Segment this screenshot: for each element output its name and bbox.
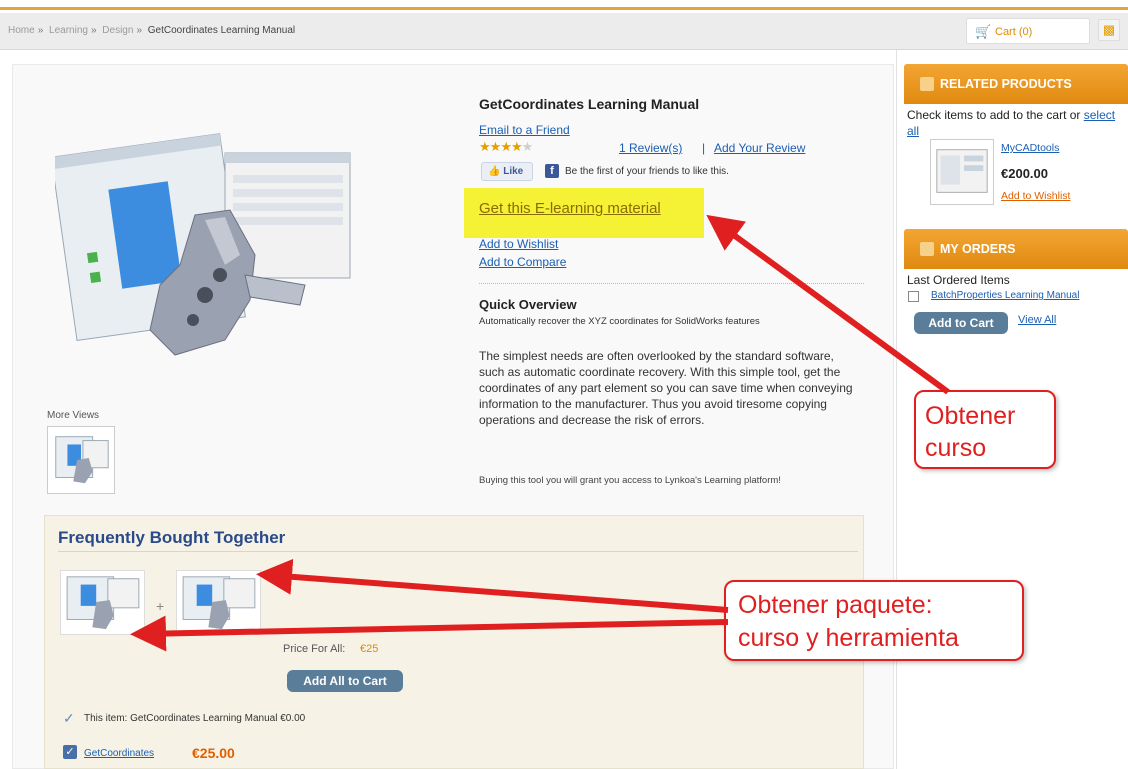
more-views-label: More Views [47,410,100,421]
product-title: GetCoordinates Learning Manual [479,96,700,112]
facebook-icon: f [545,164,559,178]
like-label: Like [503,166,524,177]
account-lock-icon[interactable]: ▩ [1098,19,1120,41]
last-ordered-checkbox[interactable] [908,291,919,302]
related-products-instructions: Check items to add to the cart or select… [907,107,1127,139]
checkmark-icon: ✓ [63,710,75,726]
facebook-like-text: Be the first of your friends to like thi… [565,166,729,177]
annotation-callout-course: Obtener curso [914,390,1056,469]
breadcrumb-design[interactable]: Design [102,25,133,36]
header-bar: Home» Learning» Design» GetCoordinates L… [0,13,1128,50]
quick-overview-subtitle: Automatically recover the XYZ coordinate… [479,316,760,327]
cart-icon: 🛒 [975,24,992,39]
email-friend-link[interactable]: Email to a Friend [479,123,570,137]
quick-overview-description: The simplest needs are often overlooked … [479,349,853,427]
related-product-wishlist-link[interactable]: Add to Wishlist [1001,190,1070,202]
add-all-to-cart-button[interactable]: Add All to Cart [287,670,403,692]
facebook-like-button[interactable]: 👍 Like [481,162,533,181]
fbt-product-thumbnail-2[interactable] [176,570,261,635]
fbt-item-checkbox[interactable]: ✓ [63,745,77,759]
annotation-callout-bundle: Obtener paquete: curso y herramienta [724,580,1024,661]
cart-label: Cart (0) [995,26,1033,38]
fbt-divider [58,551,858,552]
callout-course-line1: Obtener [925,402,1016,430]
top-accent-line [0,0,1128,10]
my-orders-header: MY ORDERS [904,229,1128,269]
review-separator: | [702,141,706,155]
star-icon: ★ [489,139,502,154]
breadcrumb-learning[interactable]: Learning [49,25,88,36]
last-ordered-label: Last Ordered Items [907,273,1010,287]
related-products-header: RELATED PRODUCTS [904,64,1128,104]
add-review-link[interactable]: Add Your Review [714,141,805,155]
product-image[interactable] [55,125,355,375]
my-orders-title: MY ORDERS [940,242,1016,256]
quick-overview-title: Quick Overview [479,297,577,312]
callout-course-line2: curso [925,434,987,462]
callout-bundle-line1: Obtener paquete: [738,591,933,619]
divider [479,283,864,284]
breadcrumb-current: GetCoordinates Learning Manual [147,25,296,36]
rating-stars: ★★★★★ [479,139,534,155]
thumbs-up-icon: 👍 [488,166,501,177]
fbt-product-thumbnail-1[interactable] [60,570,145,635]
buying-note: Buying this tool you will grant you acce… [479,475,781,486]
reviews-link[interactable]: 1 Review(s) [619,141,682,155]
star-icon: ★ [500,139,512,154]
related-products-title: RELATED PRODUCTS [940,77,1072,91]
sidebar-divider [896,50,897,769]
price-for-all-label: Price For All: [283,643,346,655]
my-orders-icon [920,242,934,256]
breadcrumb-separator: » [136,25,142,36]
get-elearning-link[interactable]: Get this E-learning material [479,200,661,217]
fbt-item-price: €25.00 [192,745,235,761]
last-ordered-item-link[interactable]: BatchProperties Learning Manual [931,290,1079,301]
breadcrumb-separator: » [90,25,97,36]
view-all-link[interactable]: View All [1018,314,1056,326]
callout-bundle-line2: curso y herramienta [738,624,959,652]
star-icon: ★ [479,139,491,154]
add-to-wishlist-link[interactable]: Add to Wishlist [479,237,558,251]
related-check-text: Check items to add to the cart or [907,108,1084,122]
more-views-thumbnail[interactable] [47,426,115,494]
fbt-title: Frequently Bought Together [58,528,286,547]
my-orders-add-to-cart-button[interactable]: Add to Cart [914,312,1008,334]
star-empty-icon: ★ [521,139,534,154]
fbt-this-item-text: This item: GetCoordinates Learning Manua… [84,713,306,724]
breadcrumb-home[interactable]: Home [8,25,35,36]
breadcrumb: Home» Learning» Design» GetCoordinates L… [8,25,295,36]
star-icon: ★ [510,139,523,154]
cart-button[interactable]: 🛒 Cart (0) [966,18,1090,44]
price-for-all-value: €25 [360,643,379,655]
related-products-icon [920,77,934,91]
breadcrumb-separator: » [37,25,44,36]
add-to-compare-link[interactable]: Add to Compare [479,255,566,269]
related-product-name[interactable]: MyCADtools [1001,142,1059,154]
related-product-price: €200.00 [1001,166,1048,181]
fbt-item-link[interactable]: GetCoordinates [84,748,154,759]
plus-icon: + [156,598,165,614]
related-product-thumbnail[interactable] [930,139,994,205]
